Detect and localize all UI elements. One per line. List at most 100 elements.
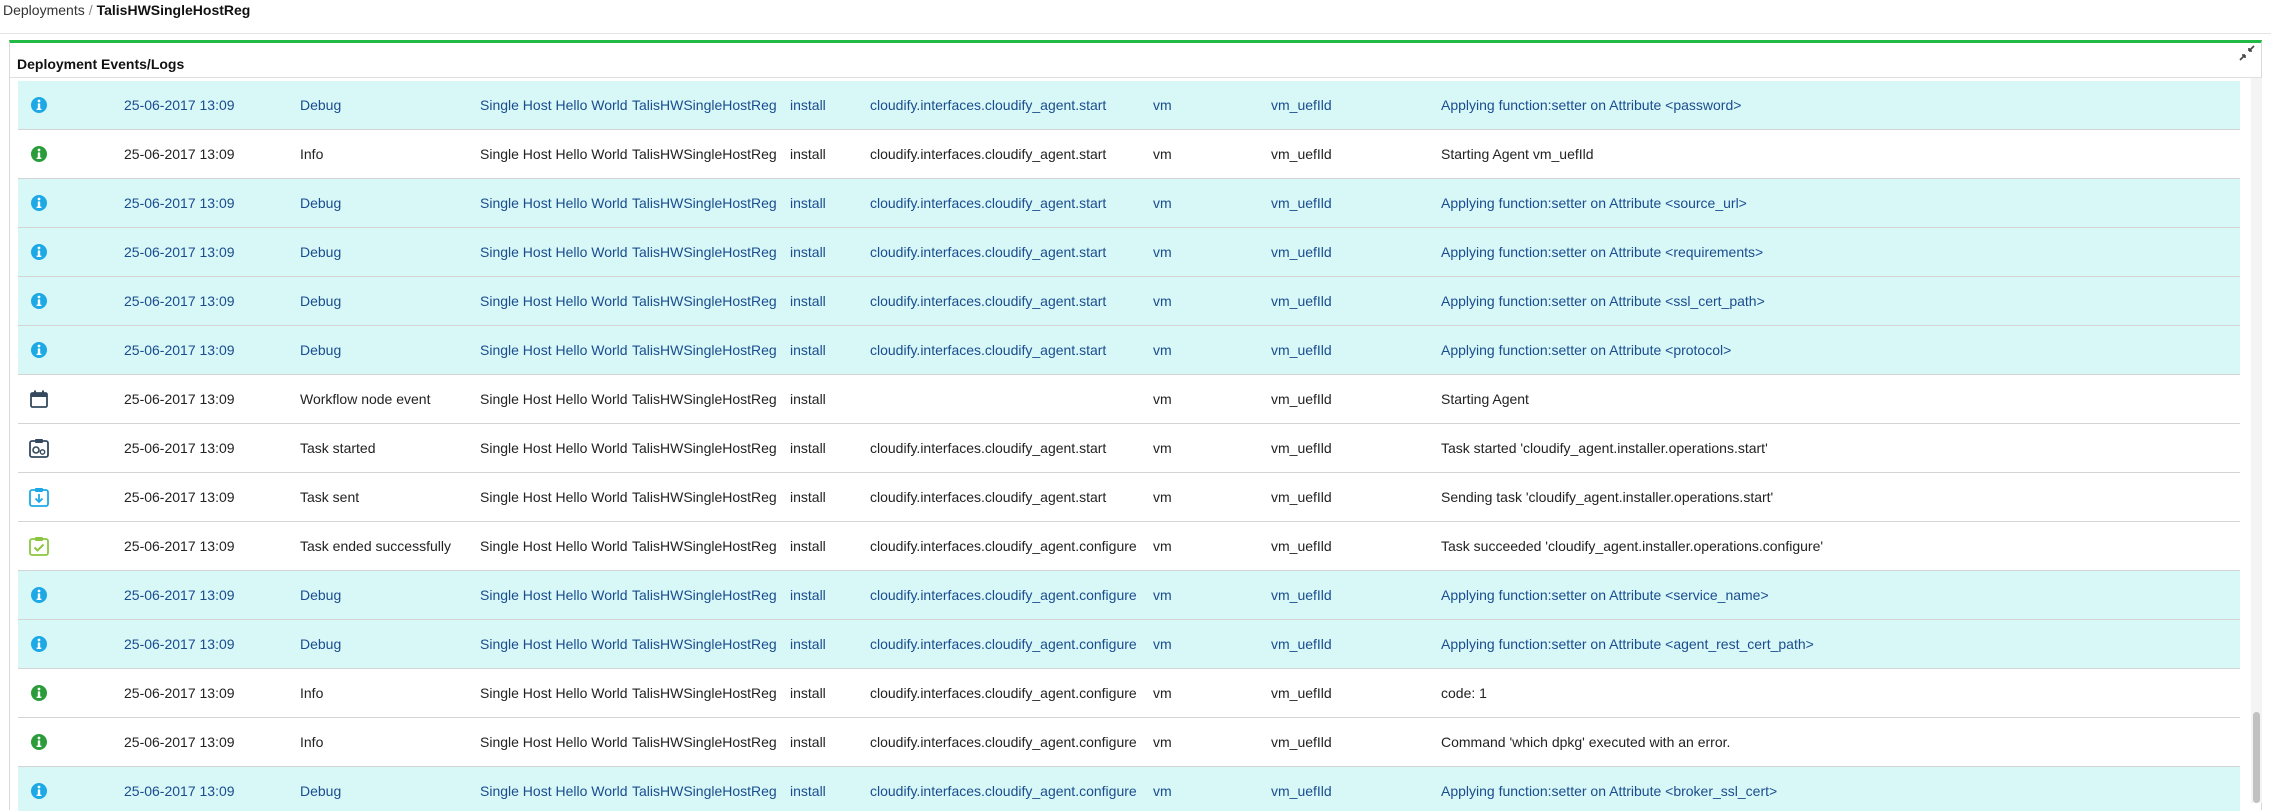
- event-blueprint: Single Host Hello World: [480, 277, 632, 326]
- event-icon-cell: [18, 326, 60, 375]
- event-blueprint: Single Host Hello World: [480, 620, 632, 669]
- event-node-instance: vm_uefIld: [1271, 571, 1441, 620]
- info-debug-icon: [18, 194, 60, 212]
- task-sent-icon: [18, 486, 60, 508]
- event-type: Debug: [300, 767, 480, 811]
- breadcrumb-deployments-link[interactable]: Deployments: [3, 2, 85, 18]
- deployment-events-widget: Deployment Events/Logs 25-06-2017 13:09D…: [9, 40, 2262, 810]
- scrollbar-thumb[interactable]: [2253, 712, 2260, 803]
- event-node: vm: [1153, 767, 1271, 811]
- event-icon-cell: [18, 571, 60, 620]
- event-timestamp: 25-06-2017 13:09: [60, 375, 300, 424]
- event-deployment: TalisHWSingleHostReg: [632, 669, 790, 718]
- event-workflow: install: [790, 620, 870, 669]
- event-blueprint: Single Host Hello World: [480, 473, 632, 522]
- event-workflow: install: [790, 718, 870, 767]
- event-node: vm: [1153, 277, 1271, 326]
- scrollbar-track[interactable]: [2251, 78, 2262, 803]
- event-node-instance: vm_uefIld: [1271, 228, 1441, 277]
- event-type: Workflow node event: [300, 375, 480, 424]
- event-message: Applying function:setter on Attribute <r…: [1441, 228, 2240, 277]
- event-workflow: install: [790, 130, 870, 179]
- info-debug-icon: [18, 586, 60, 604]
- event-timestamp: 25-06-2017 13:09: [60, 326, 300, 375]
- event-deployment: TalisHWSingleHostReg: [632, 522, 790, 571]
- event-operation: cloudify.interfaces.cloudify_agent.start: [870, 424, 1153, 473]
- compress-icon[interactable]: [2239, 45, 2255, 61]
- table-row[interactable]: 25-06-2017 13:09DebugSingle Host Hello W…: [18, 179, 2240, 228]
- event-icon-cell: [18, 81, 60, 130]
- event-message: Sending task 'cloudify_agent.installer.o…: [1441, 473, 2240, 522]
- table-row[interactable]: 25-06-2017 13:09Task ended successfullyS…: [18, 522, 2240, 571]
- event-node-instance: vm_uefIld: [1271, 375, 1441, 424]
- event-timestamp: 25-06-2017 13:09: [60, 424, 300, 473]
- event-node: vm: [1153, 424, 1271, 473]
- event-operation: cloudify.interfaces.cloudify_agent.confi…: [870, 718, 1153, 767]
- info-debug-icon: [18, 292, 60, 310]
- event-timestamp: 25-06-2017 13:09: [60, 718, 300, 767]
- event-blueprint: Single Host Hello World: [480, 718, 632, 767]
- widget-title: Deployment Events/Logs: [17, 56, 184, 72]
- event-icon-cell: [18, 424, 60, 473]
- table-row[interactable]: 25-06-2017 13:09DebugSingle Host Hello W…: [18, 620, 2240, 669]
- event-message: Task started 'cloudify_agent.installer.o…: [1441, 424, 2240, 473]
- event-workflow: install: [790, 571, 870, 620]
- event-blueprint: Single Host Hello World: [480, 767, 632, 811]
- event-operation: cloudify.interfaces.cloudify_agent.confi…: [870, 620, 1153, 669]
- info-debug-icon: [18, 782, 60, 800]
- event-message: Starting Agent vm_uefIld: [1441, 130, 2240, 179]
- table-row[interactable]: 25-06-2017 13:09DebugSingle Host Hello W…: [18, 228, 2240, 277]
- event-message: Applying function:setter on Attribute <b…: [1441, 767, 2240, 811]
- event-icon-cell: [18, 522, 60, 571]
- event-type: Debug: [300, 228, 480, 277]
- event-node: vm: [1153, 522, 1271, 571]
- table-row[interactable]: 25-06-2017 13:09DebugSingle Host Hello W…: [18, 81, 2240, 130]
- event-message: code: 1: [1441, 669, 2240, 718]
- table-row[interactable]: 25-06-2017 13:09DebugSingle Host Hello W…: [18, 326, 2240, 375]
- events-table-container[interactable]: 25-06-2017 13:09DebugSingle Host Hello W…: [18, 81, 2240, 811]
- event-operation: cloudify.interfaces.cloudify_agent.start: [870, 277, 1153, 326]
- event-workflow: install: [790, 473, 870, 522]
- info-debug-icon: [18, 96, 60, 114]
- event-deployment: TalisHWSingleHostReg: [632, 571, 790, 620]
- breadcrumb-current: TalisHWSingleHostReg: [97, 2, 251, 18]
- event-blueprint: Single Host Hello World: [480, 522, 632, 571]
- table-row[interactable]: 25-06-2017 13:09InfoSingle Host Hello Wo…: [18, 130, 2240, 179]
- table-row[interactable]: 25-06-2017 13:09Task sentSingle Host Hel…: [18, 473, 2240, 522]
- events-table: 25-06-2017 13:09DebugSingle Host Hello W…: [18, 81, 2240, 811]
- breadcrumb-separator: /: [85, 2, 97, 18]
- event-node-instance: vm_uefIld: [1271, 326, 1441, 375]
- event-node: vm: [1153, 375, 1271, 424]
- table-row[interactable]: 25-06-2017 13:09Task startedSingle Host …: [18, 424, 2240, 473]
- event-timestamp: 25-06-2017 13:09: [60, 473, 300, 522]
- table-row[interactable]: 25-06-2017 13:09DebugSingle Host Hello W…: [18, 571, 2240, 620]
- info-debug-icon: [18, 341, 60, 359]
- event-workflow: install: [790, 767, 870, 811]
- table-row[interactable]: 25-06-2017 13:09InfoSingle Host Hello Wo…: [18, 669, 2240, 718]
- table-row[interactable]: 25-06-2017 13:09Workflow node eventSingl…: [18, 375, 2240, 424]
- event-workflow: install: [790, 326, 870, 375]
- table-row[interactable]: 25-06-2017 13:09DebugSingle Host Hello W…: [18, 277, 2240, 326]
- event-icon-cell: [18, 473, 60, 522]
- event-blueprint: Single Host Hello World: [480, 571, 632, 620]
- event-icon-cell: [18, 375, 60, 424]
- event-node: vm: [1153, 130, 1271, 179]
- event-operation: [870, 375, 1153, 424]
- event-node-instance: vm_uefIld: [1271, 669, 1441, 718]
- event-type: Task started: [300, 424, 480, 473]
- event-message: Applying function:setter on Attribute <s…: [1441, 277, 2240, 326]
- event-timestamp: 25-06-2017 13:09: [60, 767, 300, 811]
- event-icon-cell: [18, 179, 60, 228]
- event-node-instance: vm_uefIld: [1271, 718, 1441, 767]
- event-message: Starting Agent: [1441, 375, 2240, 424]
- table-row[interactable]: 25-06-2017 13:09InfoSingle Host Hello Wo…: [18, 718, 2240, 767]
- table-row[interactable]: 25-06-2017 13:09DebugSingle Host Hello W…: [18, 767, 2240, 811]
- event-workflow: install: [790, 424, 870, 473]
- event-deployment: TalisHWSingleHostReg: [632, 179, 790, 228]
- event-type: Debug: [300, 326, 480, 375]
- event-blueprint: Single Host Hello World: [480, 375, 632, 424]
- event-message: Task succeeded 'cloudify_agent.installer…: [1441, 522, 2240, 571]
- event-type: Debug: [300, 571, 480, 620]
- event-icon-cell: [18, 620, 60, 669]
- event-node-instance: vm_uefIld: [1271, 130, 1441, 179]
